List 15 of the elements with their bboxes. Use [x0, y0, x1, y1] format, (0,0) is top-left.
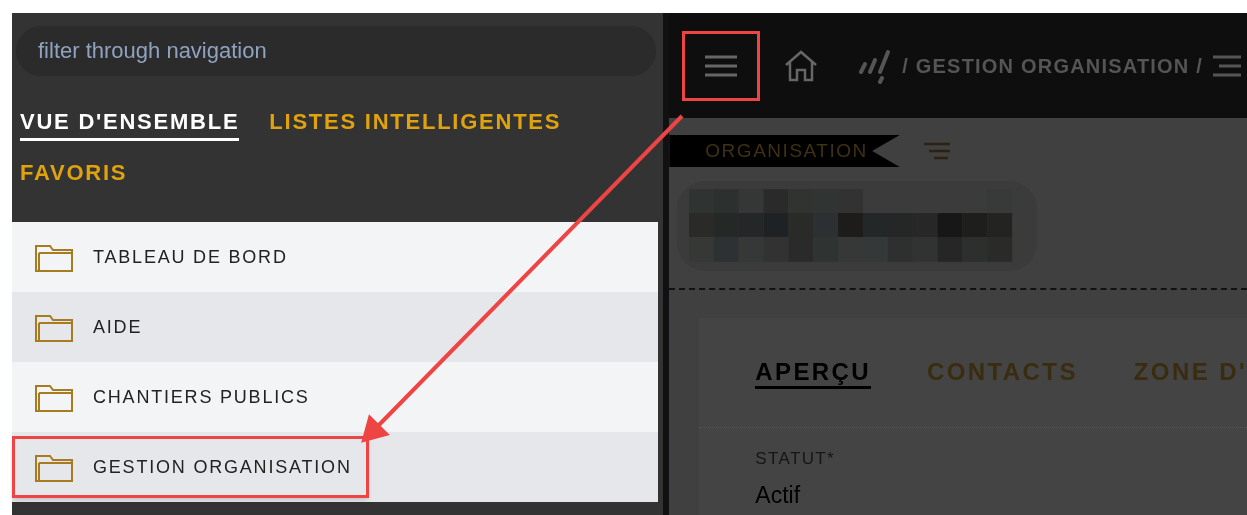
menu-icon [704, 54, 739, 77]
folder-icon [35, 242, 73, 272]
field-value: Actif [755, 480, 802, 510]
search-field[interactable]: filter through navigation [16, 26, 656, 76]
folder-icon [35, 312, 73, 342]
navigation-item[interactable]: GESTION ORGANISATION [12, 436, 369, 498]
list-icon[interactable] [1211, 53, 1241, 78]
section-ribbon: ORGANISATION [669, 135, 900, 167]
folder-icon [35, 452, 73, 482]
home-icon[interactable] [784, 49, 819, 82]
navigation-tab[interactable]: FAVORIS [20, 159, 128, 192]
navigation-tab[interactable]: VUE D'ENSEMBLE [20, 108, 240, 141]
menu-button[interactable] [682, 30, 761, 101]
folder-icon [35, 382, 73, 412]
navigation-tab[interactable]: LISTES INTELLIGENTES [269, 108, 562, 141]
